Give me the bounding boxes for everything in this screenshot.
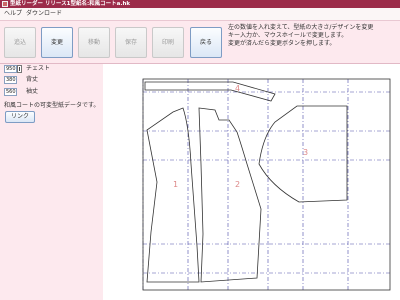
instruction-line: 左の数値を入れ変えて、型紙の大きさ/デザインを変更	[228, 24, 374, 31]
pattern-canvas[interactable]: 1 2 3 4	[103, 64, 400, 300]
title-bar: 型紙リーダー リリース1型紙名:和風コートa.hk	[0, 0, 400, 8]
window-title: 型紙リーダー リリース1型紙名:和風コートa.hk	[10, 1, 131, 7]
save-button[interactable]: 保存	[115, 27, 147, 58]
instructions: 左の数値を入れ変えて、型紙の大きさ/デザインを変更 キー入力か、マウスホイールで…	[228, 24, 398, 48]
sleeve-length-input[interactable]: 560	[4, 88, 17, 96]
piece-label: 2	[235, 180, 241, 189]
chest-input[interactable]: 950	[4, 65, 17, 73]
piece-label: 3	[303, 148, 309, 157]
parameter-panel: 950 チェスト 380 背丈 560 袖丈 和風コートの可変型紙データです。 …	[0, 64, 103, 300]
app-icon	[2, 1, 8, 7]
move-button[interactable]: 移動	[78, 27, 110, 58]
back-button[interactable]: 戻る	[190, 27, 222, 58]
pattern-piece-collar	[144, 81, 276, 102]
pattern-piece-front	[198, 107, 262, 283]
menu-download[interactable]: ダウンロード	[26, 8, 62, 20]
toolbar: 追込 変更 移動 保存 印刷 戻る 左の数値を入れ変えて、型紙の大きさ/デザイン…	[0, 20, 400, 64]
pattern-frame	[142, 78, 391, 291]
menu-help[interactable]: ヘルプ	[4, 8, 22, 20]
pattern-drawing	[142, 78, 391, 291]
back-length-label: 背丈	[26, 76, 39, 83]
retract-button[interactable]: 追込	[4, 27, 36, 58]
pattern-piece-back	[146, 107, 200, 283]
chest-spinner[interactable]	[17, 65, 22, 73]
instruction-line: 変更が済んだら変更ボタンを押します。	[228, 40, 336, 47]
piece-label: 4	[235, 84, 241, 93]
instruction-line: キー入力か、マウスホイールで変更します。	[228, 32, 348, 39]
change-button[interactable]: 変更	[41, 27, 73, 58]
sleeve-length-label: 袖丈	[26, 88, 39, 95]
menu-bar: ヘルプ ダウンロード	[0, 8, 400, 20]
link-button[interactable]: リンク	[5, 111, 35, 123]
print-button[interactable]: 印刷	[152, 27, 184, 58]
chest-label: チェスト	[26, 65, 51, 72]
pattern-note: 和風コートの可変型紙データです。	[4, 102, 100, 109]
back-length-input[interactable]: 380	[4, 76, 17, 84]
piece-label: 1	[173, 180, 179, 189]
